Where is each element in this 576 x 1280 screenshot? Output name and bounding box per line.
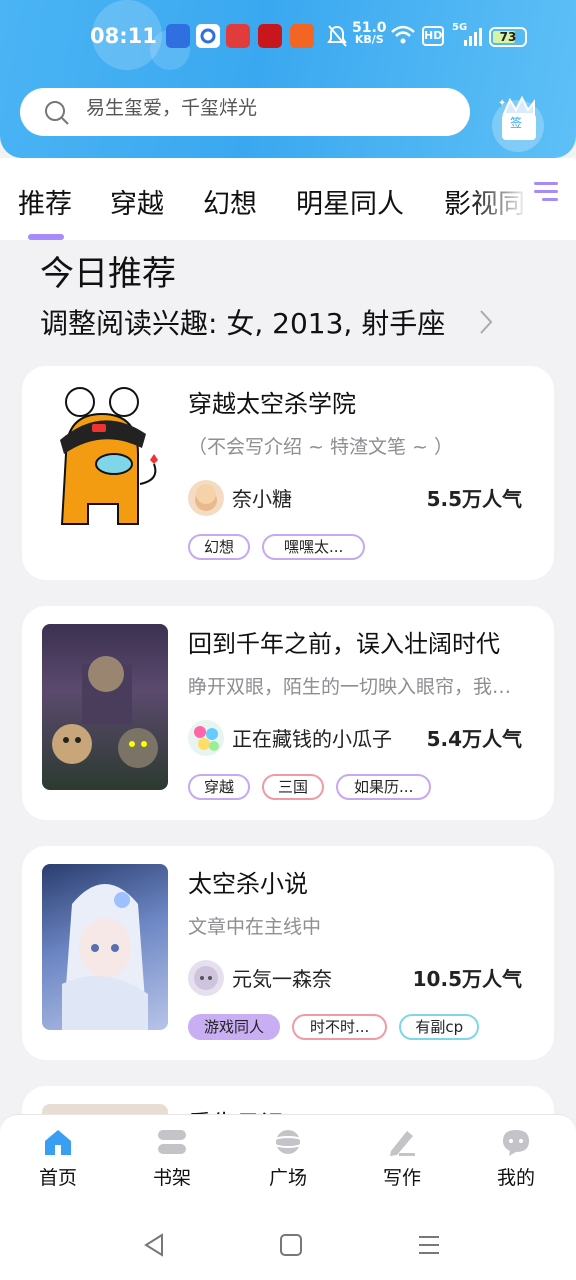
notification-app-icon: [166, 24, 190, 48]
book-title: 回到千年之前，误入壮阔时代: [188, 630, 500, 658]
author-name: 正在藏钱的小瓜子: [232, 727, 392, 751]
tabs-fade-overlay: [470, 158, 576, 240]
status-time: 08:11: [90, 24, 157, 48]
tab-fantasy[interactable]: 幻想: [203, 182, 257, 221]
book-tags: 幻想 嘿嘿太...: [188, 534, 366, 560]
nav-bookshelf[interactable]: 书架: [132, 1127, 212, 1190]
search-icon: [44, 100, 70, 130]
book-tag[interactable]: 时不时...: [292, 1014, 388, 1040]
nav-square[interactable]: 广场: [248, 1127, 328, 1190]
nav-write[interactable]: 写作: [362, 1127, 442, 1190]
net-speed-unit: KB/S: [354, 33, 384, 46]
pen-icon: [385, 1127, 419, 1157]
bottom-navigation: 首页 书架 广场 写作 我的: [0, 1114, 576, 1200]
tab-recommend[interactable]: 推荐: [18, 182, 72, 221]
notification-app-icon: [196, 24, 220, 48]
author-name: 奈小糖: [232, 487, 292, 511]
sign-button-label: 签: [510, 116, 523, 130]
book-card[interactable]: 穿越太空杀学院 （不会写介绍 ~ 特渣文笔 ~ ） 奈小糖 5.5万人气 幻想 …: [22, 366, 554, 580]
net-speed: 51.0 KB/S: [352, 21, 387, 46]
book-title: 太空杀小说: [188, 870, 308, 898]
book-tags: 穿越 三国 如果历...: [188, 774, 432, 800]
home-square-icon[interactable]: [280, 1234, 302, 1260]
chat-face-icon: [499, 1127, 533, 1157]
author-name: 元気一森奈: [232, 967, 332, 991]
nav-mine[interactable]: 我的: [476, 1127, 556, 1190]
nav-label: 首页: [38, 1167, 77, 1189]
book-description: 文章中在主线中: [188, 916, 322, 938]
status-bar: 08:11 51.0 KB/S HD 5G 73: [0, 18, 576, 58]
book-tag[interactable]: 游戏同人: [188, 1014, 281, 1040]
mute-bell-icon: [326, 24, 348, 52]
tab-menu-icon[interactable]: [532, 178, 560, 206]
author-avatar: [188, 960, 224, 996]
author-avatar: [188, 720, 224, 756]
reading-interest-link[interactable]: 调整阅读兴趣: 女, 2013, 射手座: [40, 302, 445, 342]
active-tab-indicator: [28, 234, 64, 240]
hd-badge: HD: [422, 26, 444, 46]
system-navigation-bar: [0, 1200, 576, 1280]
recents-menu-icon[interactable]: [418, 1234, 440, 1260]
wifi-icon: [390, 24, 416, 50]
book-cover: [42, 624, 168, 790]
notification-app-icon: [226, 24, 250, 48]
section-title: 今日推荐: [40, 254, 176, 294]
notification-app-icon: [290, 24, 314, 48]
header-banner: 08:11 51.0 KB/S HD 5G 73 易生玺爱，千玺烊光 ✦ 签: [0, 0, 576, 158]
book-title: 穿越太空杀学院: [188, 390, 356, 418]
book-cover: [42, 384, 168, 550]
search-bar[interactable]: 易生玺爱，千玺烊光: [20, 88, 470, 136]
battery-icon: 73: [489, 27, 527, 47]
book-card[interactable]: 太空杀小说 文章中在主线中 元気一森奈 10.5万人气 游戏同人 时不时... …: [22, 846, 554, 1060]
popularity-count: 5.4万人气: [426, 727, 522, 751]
book-tag[interactable]: 有副cp: [399, 1014, 480, 1040]
home-icon: [41, 1127, 75, 1157]
book-tags: 游戏同人 时不时... 有副cp: [188, 1014, 480, 1040]
book-description: （不会写介绍 ~ 特渣文笔 ~ ）: [188, 436, 453, 458]
book-tag[interactable]: 如果历...: [336, 774, 432, 800]
tab-time-travel[interactable]: 穿越: [110, 182, 164, 221]
tab-celebrity-fanfic[interactable]: 明星同人: [296, 182, 404, 221]
nav-home[interactable]: 首页: [18, 1127, 98, 1190]
popularity-count: 5.5万人气: [426, 487, 522, 511]
book-cover: [42, 864, 168, 1030]
nav-label: 广场: [268, 1167, 307, 1189]
chevron-right-icon[interactable]: [478, 308, 494, 340]
svg-text:✦: ✦: [498, 98, 506, 109]
planet-icon: [271, 1127, 305, 1157]
search-placeholder: 易生玺爱，千玺烊光: [86, 97, 258, 119]
book-tag[interactable]: 穿越: [188, 774, 251, 800]
daily-sign-in-button[interactable]: ✦ 签: [488, 92, 544, 152]
back-triangle-icon[interactable]: [142, 1232, 166, 1262]
author-avatar: [188, 480, 224, 516]
nav-label: 我的: [496, 1167, 535, 1189]
book-tag[interactable]: 幻想: [188, 534, 251, 560]
bookshelf-icon: [155, 1127, 189, 1157]
battery-level: 73: [499, 30, 517, 44]
book-tag[interactable]: 三国: [262, 774, 325, 800]
nav-label: 写作: [382, 1167, 421, 1189]
book-description: 睁开双眼，陌生的一切映入眼帘，我该怎么办: [188, 676, 528, 698]
book-tag[interactable]: 嘿嘿太...: [262, 534, 366, 560]
nav-label: 书架: [152, 1167, 191, 1189]
signal-bars-icon: [462, 28, 484, 50]
category-tabs: 推荐 穿越 幻想 明星同人 影视同人: [0, 158, 576, 240]
popularity-count: 10.5万人气: [412, 967, 522, 991]
book-card[interactable]: 回到千年之前，误入壮阔时代 睁开双眼，陌生的一切映入眼帘，我该怎么办 正在藏钱的…: [22, 606, 554, 820]
notification-app-icon: [258, 24, 282, 48]
